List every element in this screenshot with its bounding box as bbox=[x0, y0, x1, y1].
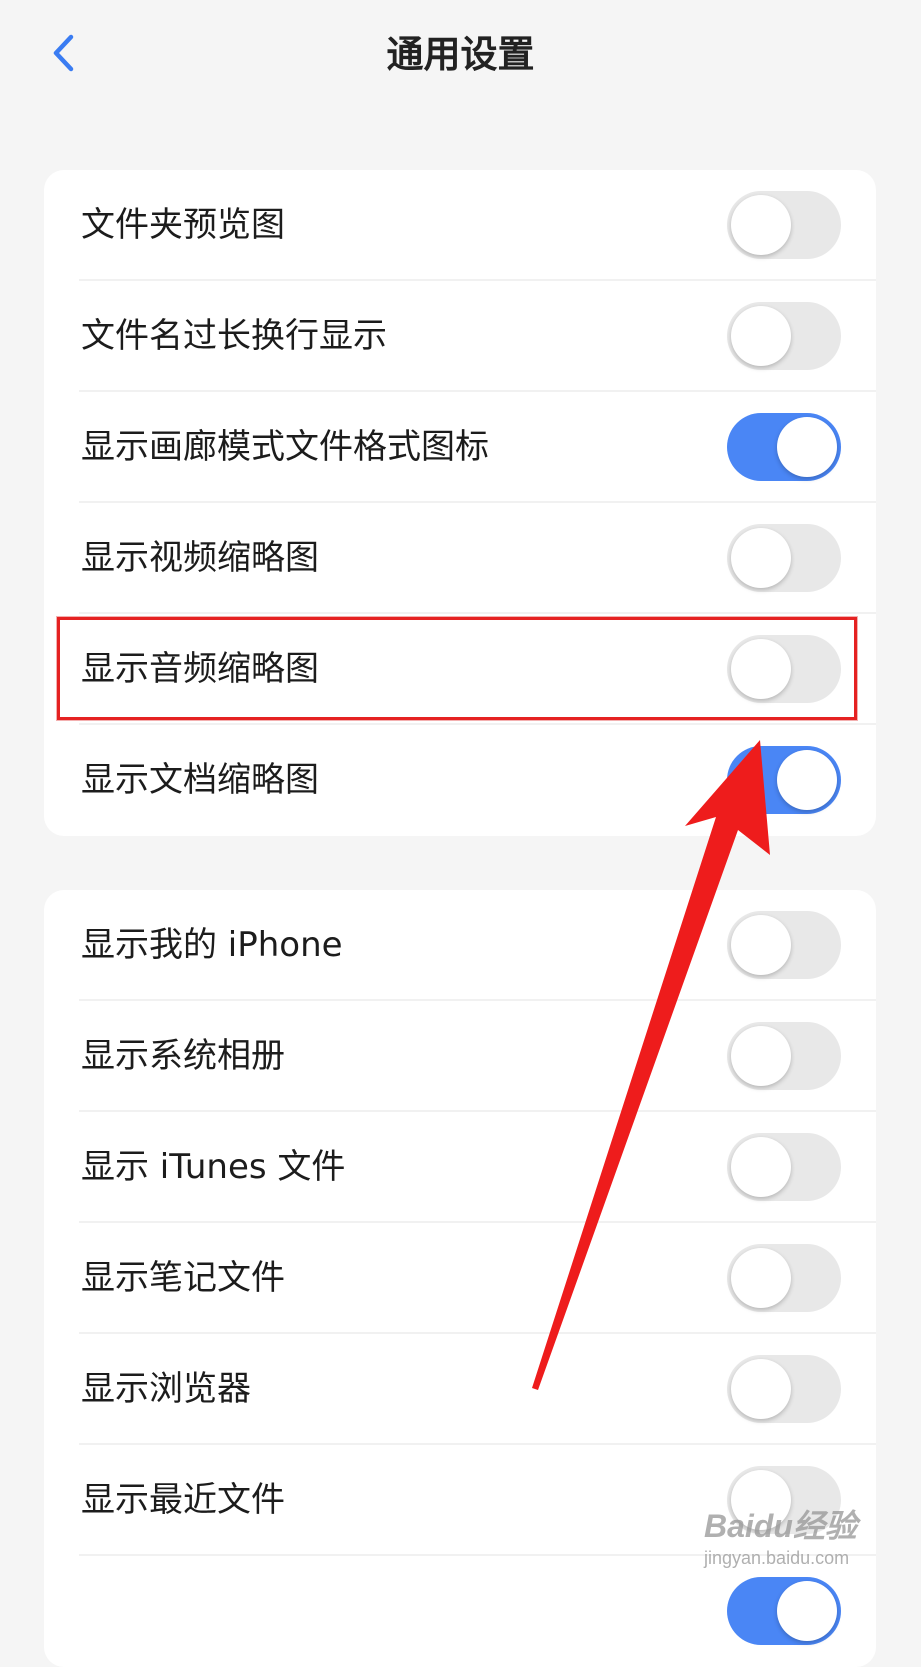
setting-row: 显示音频缩略图 bbox=[44, 614, 876, 725]
setting-toggle[interactable] bbox=[727, 524, 841, 592]
toggle-knob bbox=[731, 1026, 791, 1086]
setting-toggle[interactable] bbox=[727, 1133, 841, 1201]
setting-label: 显示音频缩略图 bbox=[81, 649, 319, 689]
setting-row: 显示视频缩略图 bbox=[44, 503, 876, 614]
toggle-knob bbox=[731, 1470, 791, 1530]
toggle-knob bbox=[731, 1137, 791, 1197]
toggle-knob bbox=[731, 639, 791, 699]
toggle-knob bbox=[777, 417, 837, 477]
setting-toggle[interactable] bbox=[727, 1355, 841, 1423]
setting-toggle[interactable] bbox=[727, 635, 841, 703]
setting-row: 显示系统相册 bbox=[44, 1001, 876, 1112]
setting-label: 显示 iTunes 文件 bbox=[81, 1147, 346, 1187]
setting-toggle[interactable] bbox=[727, 1577, 841, 1645]
setting-toggle[interactable] bbox=[727, 746, 841, 814]
setting-row: 显示浏览器 bbox=[44, 1334, 876, 1445]
settings-group-display: 文件夹预览图文件名过长换行显示显示画廊模式文件格式图标 显示视频缩略图 显示音频缩略… bbox=[44, 170, 876, 836]
setting-toggle[interactable] bbox=[727, 911, 841, 979]
setting-row: 显示我的 iPhone bbox=[44, 890, 876, 1001]
toggle-knob bbox=[731, 915, 791, 975]
setting-label: 文件夹预览图 bbox=[81, 205, 285, 245]
toggle-knob bbox=[731, 1359, 791, 1419]
toggle-knob bbox=[777, 750, 837, 810]
setting-row bbox=[44, 1556, 876, 1667]
setting-label: 显示我的 iPhone bbox=[81, 925, 343, 965]
setting-toggle[interactable] bbox=[727, 302, 841, 370]
settings-group-sources: 显示我的 iPhone 显示系统相册显示 iTunes 文件 显示笔记文件 显示浏览器… bbox=[44, 890, 876, 1667]
setting-row: 显示笔记文件 bbox=[44, 1223, 876, 1334]
setting-row: 显示文档缩略图 bbox=[44, 725, 876, 836]
navigation-bar: 通用设置 bbox=[0, 0, 921, 110]
setting-row: 文件夹预览图 bbox=[44, 170, 876, 281]
setting-toggle[interactable] bbox=[727, 191, 841, 259]
setting-label: 文件名过长换行显示 bbox=[81, 316, 387, 356]
setting-toggle[interactable] bbox=[727, 1022, 841, 1090]
setting-label: 显示视频缩略图 bbox=[81, 538, 319, 578]
setting-label: 显示最近文件 bbox=[81, 1480, 285, 1520]
toggle-knob bbox=[731, 195, 791, 255]
setting-label: 显示笔记文件 bbox=[81, 1258, 285, 1298]
toggle-knob bbox=[731, 1248, 791, 1308]
toggle-knob bbox=[731, 306, 791, 366]
setting-row: 文件名过长换行显示 bbox=[44, 281, 876, 392]
setting-label: 显示浏览器 bbox=[81, 1369, 251, 1409]
page-title: 通用设置 bbox=[386, 33, 535, 76]
toggle-knob bbox=[777, 1581, 837, 1641]
setting-label: 显示系统相册 bbox=[81, 1036, 285, 1076]
setting-row: 显示最近文件 bbox=[44, 1445, 876, 1556]
toggle-knob bbox=[731, 528, 791, 588]
setting-toggle[interactable] bbox=[727, 413, 841, 481]
setting-toggle[interactable] bbox=[727, 1466, 841, 1534]
setting-toggle[interactable] bbox=[727, 1244, 841, 1312]
setting-label: 显示文档缩略图 bbox=[81, 760, 319, 800]
setting-label: 显示画廊模式文件格式图标 bbox=[81, 427, 489, 467]
setting-row: 显示 iTunes 文件 bbox=[44, 1112, 876, 1223]
setting-row: 显示画廊模式文件格式图标 bbox=[44, 392, 876, 503]
